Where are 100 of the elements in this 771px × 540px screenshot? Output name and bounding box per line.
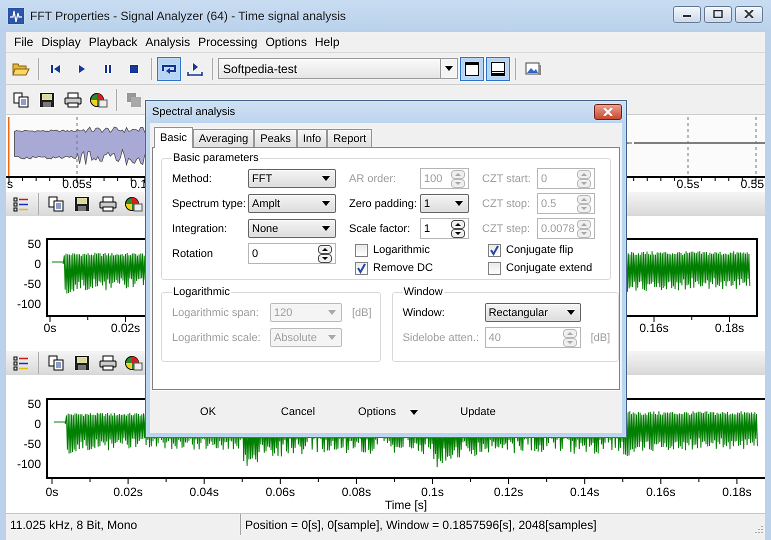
spin-buttons[interactable]	[451, 220, 465, 238]
checkbox-label: Logarithmic	[373, 244, 430, 256]
caret-icon	[328, 310, 336, 315]
checkbox[interactable]	[355, 244, 368, 256]
spin-field[interactable]: 1	[420, 218, 469, 239]
tick-label: 50	[28, 237, 41, 251]
field-label: Scale factor:	[349, 222, 412, 234]
resize-grip[interactable]	[753, 523, 763, 533]
tick-label: 0	[34, 417, 41, 431]
caret-icon	[322, 226, 330, 231]
caret-icon	[328, 335, 336, 340]
tab[interactable]: Report	[327, 129, 372, 147]
group-title: Basic parameters	[172, 152, 260, 164]
tick-label: 0.16s	[639, 321, 669, 335]
field-label: Window:	[402, 306, 446, 318]
checkbox-label: Conjugate flip	[506, 244, 574, 256]
menu-item[interactable]: Analysis	[141, 35, 194, 49]
tick-label: 0s	[46, 485, 58, 499]
caret-icon	[410, 410, 418, 414]
tick-label: 0.14s	[570, 485, 600, 499]
menu-item[interactable]: File	[10, 35, 38, 49]
caret-icon	[322, 201, 330, 206]
dropdown[interactable]: None	[248, 219, 336, 238]
loop-icon[interactable]	[157, 56, 181, 80]
close-button[interactable]	[594, 104, 622, 120]
cursor-line	[8, 117, 10, 177]
tick-label: 0.1	[130, 177, 147, 191]
tick-label: 0.08s	[342, 485, 372, 499]
tick-label: -100	[16, 297, 41, 311]
app-icon	[8, 8, 24, 24]
menu-item[interactable]: Playback	[84, 35, 142, 49]
menu-item[interactable]: Display	[37, 35, 85, 49]
tick-label: 0.06s	[266, 485, 295, 499]
spin-buttons[interactable]	[318, 245, 332, 263]
close-icon	[603, 108, 613, 116]
checkbox[interactable]	[488, 262, 501, 274]
field-label: Logarithmic span:	[172, 306, 260, 318]
dialog-title: Spectral analysis	[152, 106, 236, 118]
dropdown[interactable]: Rectangular	[484, 303, 581, 322]
window-title: FFT Properties - Signal Analyzer (64) - Time signal analysis	[30, 9, 346, 23]
menu-item[interactable]: Help	[310, 35, 344, 49]
field-label: Integration:	[172, 222, 228, 234]
tick-label: -50	[24, 437, 41, 451]
maximize-icon	[713, 10, 723, 18]
field-label: Method:	[172, 172, 213, 184]
dialog-button[interactable]: Cancel	[256, 400, 340, 424]
field-label: Logarithmic scale:	[172, 332, 262, 344]
checkbox-label: Remove DC	[373, 262, 433, 274]
tick-label: 0.05s	[62, 177, 92, 191]
tick-label: 0s	[44, 321, 56, 335]
checkbox[interactable]	[355, 262, 368, 274]
menu-item[interactable]: Processing	[194, 35, 262, 49]
dialog-button[interactable]: OK	[166, 400, 250, 424]
tab[interactable]: Peaks	[254, 129, 297, 147]
status-text: Position = 0[s], 0[sample], Window = 0.1857596[s], 2048[samples]	[244, 516, 598, 534]
view-top-icon[interactable]	[460, 56, 484, 80]
group-title: Window	[402, 286, 444, 298]
field-label: Sidelobe atten.:	[402, 332, 480, 344]
dropdown[interactable]: Amplt	[248, 194, 336, 213]
tab[interactable]: Basic	[154, 127, 193, 148]
tick-label: 50	[28, 397, 41, 411]
preset-dropdown[interactable]: Softpedia-test	[218, 58, 458, 79]
tick-label: -50	[24, 277, 41, 291]
field-label: AR order:	[349, 172, 398, 184]
dialog-button[interactable]: Update	[436, 400, 520, 424]
tick-label: 0.02s	[113, 485, 143, 499]
checkbox-label: Conjugate extend	[506, 262, 592, 274]
tab[interactable]: Info	[296, 129, 328, 147]
unit-label: [dB]	[352, 306, 372, 318]
checkbox[interactable]	[488, 244, 501, 256]
field-label: Spectrum type:	[172, 198, 247, 210]
view-bottom-icon[interactable]	[486, 56, 510, 80]
field-label: Rotation	[172, 248, 214, 260]
tick-label: 0.1s	[421, 485, 444, 499]
tick-label: 0	[34, 257, 41, 271]
tick-label: -100	[16, 457, 41, 471]
tick-label: 0.16s	[646, 485, 676, 499]
close-button[interactable]	[735, 6, 763, 22]
tab[interactable]: Averaging	[192, 129, 254, 147]
field-label: Zero padding:	[349, 198, 418, 210]
status-text: 11.025 kHz, 8 Bit, Mono	[6, 514, 241, 535]
menu-item[interactable]: Options	[261, 35, 311, 49]
tick-label: 0.18s	[714, 321, 744, 335]
options-button[interactable]: Options	[346, 400, 430, 424]
close-icon	[744, 10, 754, 18]
dropdown[interactable]: 1	[420, 194, 469, 213]
tick-label: 0.04s	[190, 485, 219, 499]
dropdown[interactable]: FFT	[248, 169, 336, 188]
spin-field[interactable]: 0	[248, 243, 336, 264]
field-label: CZT stop:	[482, 198, 532, 210]
unit-label: [dB]	[590, 332, 610, 344]
caret-icon	[455, 201, 463, 206]
minimize-button[interactable]	[673, 6, 701, 22]
caret-icon	[445, 66, 453, 71]
axis-label: Time [s]	[384, 498, 428, 512]
tick-label: 0.02s	[110, 321, 140, 335]
maximize-button[interactable]	[704, 6, 732, 22]
tick-label: 0.55	[740, 177, 764, 191]
field-label: CZT start:	[482, 172, 532, 184]
tick-label: 0.12s	[494, 485, 524, 499]
